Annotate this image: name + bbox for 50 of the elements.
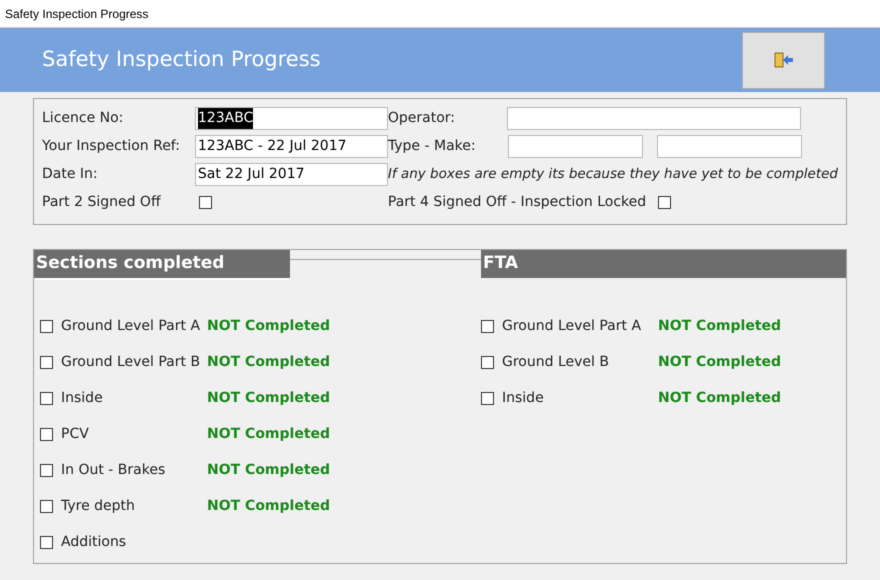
checkbox[interactable]	[40, 464, 53, 476]
text-field[interactable]: 123ABC	[194, 107, 388, 130]
status-text: NOT Completed	[207, 388, 330, 408]
section-header: Sections completed	[34, 250, 290, 280]
field-label: Licence No:	[42, 109, 124, 128]
door-arrow-icon	[774, 52, 794, 68]
status-text: NOT Completed	[658, 316, 782, 336]
checkbox[interactable]	[481, 320, 494, 332]
section-label: In Out - Brakes	[61, 460, 166, 480]
checkbox[interactable]	[481, 392, 494, 404]
note-text: If any boxes are empty its because they have yet to be completed	[388, 165, 838, 184]
checkbox[interactable]	[40, 428, 53, 440]
field-label: Date In:	[42, 165, 98, 184]
checkbox[interactable]	[40, 536, 53, 548]
section-label: Ground Level Part B	[61, 352, 202, 372]
section-label: Inside	[61, 388, 104, 408]
checkbox[interactable]	[198, 196, 212, 209]
window-title: Safety Inspection Progress	[5, 6, 148, 22]
field-label: Type - Make:	[388, 137, 477, 156]
field-label: Part 2 Signed Off	[42, 193, 161, 212]
field-label: Operator:	[388, 109, 456, 128]
checkbox[interactable]	[40, 392, 53, 404]
text-field[interactable]	[506, 107, 801, 130]
text-field[interactable]	[656, 135, 802, 158]
checkbox[interactable]	[481, 356, 494, 368]
status-text: NOT Completed	[658, 388, 782, 408]
section-label: Additions	[61, 532, 128, 552]
checkbox[interactable]	[40, 500, 53, 512]
status-text: NOT Completed	[207, 424, 330, 444]
text-field[interactable]: Sat 22 Jul 2017	[194, 163, 388, 186]
section-label: Ground Level Part A	[502, 316, 642, 336]
status-text: NOT Completed	[207, 496, 330, 516]
status-text: NOT Completed	[207, 460, 330, 480]
status-text: NOT Completed	[207, 316, 330, 336]
field-label: Your Inspection Ref:	[42, 137, 180, 156]
status-text: NOT Completed	[658, 352, 782, 372]
section-label: PCV	[61, 424, 90, 444]
section-label: Inside	[502, 388, 545, 408]
checkbox[interactable]	[658, 196, 671, 209]
text-field[interactable]	[508, 135, 643, 158]
checkbox[interactable]	[40, 356, 53, 368]
section-label: Ground Level Part A	[61, 316, 202, 336]
section-label: Tyre depth	[61, 496, 136, 516]
text-field[interactable]: 123ABC - 22 Jul 2017	[194, 135, 388, 158]
section-label: Ground Level B	[502, 352, 610, 372]
header-title: Safety Inspection Progress	[42, 46, 321, 74]
section-header: FTA	[481, 250, 846, 278]
field-label: Part 4 Signed Off - Inspection Locked	[388, 193, 648, 212]
status-text: NOT Completed	[207, 352, 330, 372]
checkbox[interactable]	[40, 320, 53, 332]
